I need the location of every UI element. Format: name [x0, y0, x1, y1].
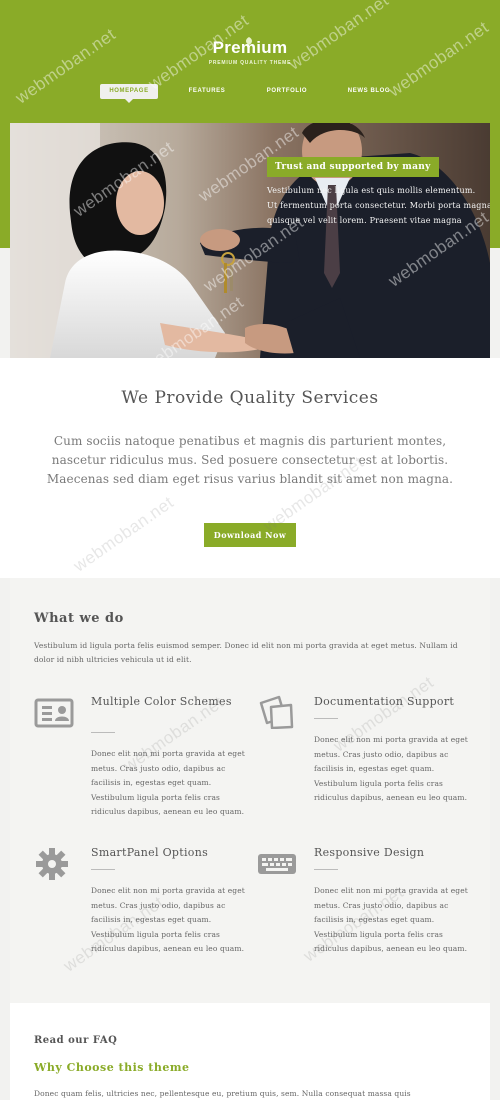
feature-divider [91, 869, 115, 870]
feature-text: Donec elit non mi porta gravida at eget … [314, 886, 468, 953]
services-text: Cum sociis natoque penatibus et magnis d… [46, 434, 454, 486]
nav-item-news-blog[interactable]: NEWS BLOG [340, 84, 398, 99]
logo-tagline: PREMIUM QUALITY THEME [208, 60, 292, 66]
feature-title: Documentation Support [314, 695, 455, 708]
faq-section: Read our FAQ Why Choose this theme Donec… [10, 1003, 490, 1100]
id-card-icon [34, 698, 74, 728]
services-heading: We Provide Quality Services [121, 388, 379, 408]
feature-divider [314, 718, 338, 719]
feature-divider [314, 869, 338, 870]
feature-title: Multiple Color Schemes [91, 695, 232, 708]
hero-text-line: quisque vel velit lorem. Praesent vitae … [267, 216, 462, 225]
nav-item-portfolio[interactable]: PORTFOLIO [258, 84, 316, 99]
feature-text: Donec elit non mi porta gravida at eget … [91, 886, 245, 953]
faq-heading: Read our FAQ [34, 1035, 118, 1046]
logo[interactable]: Premium PREMIUM QUALITY THEME [0, 37, 500, 66]
feature-text: Donec elit non mi porta gravida at eget … [314, 735, 468, 802]
leaf-icon [246, 37, 252, 45]
hero-banner: Trust and supported by many [267, 157, 439, 177]
keyboard-icon [258, 854, 296, 874]
hero-slider: Trust and supported by many Vestibulum n… [10, 123, 490, 358]
what-we-do-section: What we do Vestibulum id ligula porta fe… [10, 578, 490, 1003]
nav-item-features[interactable]: FEATURES [180, 84, 234, 99]
main-nav: HOMEPAGE FEATURES PORTFOLIO NEWS BLOG [0, 84, 500, 103]
documents-icon [259, 695, 294, 729]
download-now-button[interactable]: Download Now [204, 523, 296, 547]
hero-text-line: Vestibulum nec ligula est quis mollis el… [267, 186, 476, 195]
feature-title: Responsive Design [314, 846, 425, 859]
what-we-do-heading: What we do [34, 611, 124, 626]
faq-text: Donec quam felis, ultricies nec, pellent… [34, 1089, 411, 1098]
hero-text-line: Ut fermentum porta consectetur. Morbi po… [267, 201, 490, 210]
services-section: We Provide Quality Services Cum sociis n… [0, 358, 500, 578]
faq-subheading[interactable]: Why Choose this theme [34, 1061, 190, 1074]
feature-title: SmartPanel Options [91, 846, 209, 859]
nav-item-homepage[interactable]: HOMEPAGE [100, 84, 158, 103]
feature-divider [91, 732, 115, 733]
gear-icon [36, 848, 68, 880]
what-we-do-intro: Vestibulum id ligula porta felis euismod… [34, 641, 458, 664]
feature-text: Donec elit non mi porta gravida at eget … [91, 749, 245, 816]
